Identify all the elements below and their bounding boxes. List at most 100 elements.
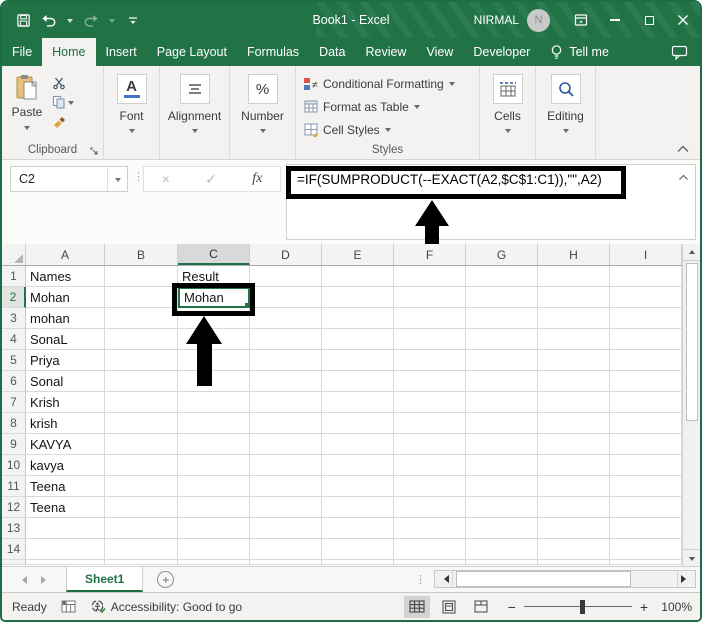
cell-col-d[interactable] bbox=[250, 371, 322, 392]
row-header[interactable]: 9 bbox=[2, 434, 26, 455]
cell-col-a[interactable]: Names bbox=[26, 266, 105, 287]
cells-group[interactable]: Cells bbox=[480, 66, 536, 159]
cell-col-e[interactable] bbox=[322, 287, 394, 308]
cell-col-i[interactable] bbox=[610, 455, 682, 476]
tab-page-layout[interactable]: Page Layout bbox=[147, 38, 237, 66]
scroll-right-button[interactable] bbox=[678, 571, 695, 587]
row-header[interactable]: 14 bbox=[2, 539, 26, 560]
cell-col-i[interactable] bbox=[610, 539, 682, 560]
cell-col-e[interactable] bbox=[322, 266, 394, 287]
cell-col-c[interactable] bbox=[178, 455, 250, 476]
cell-col-f[interactable] bbox=[394, 266, 466, 287]
tab-data[interactable]: Data bbox=[309, 38, 355, 66]
cell-col-f[interactable] bbox=[394, 308, 466, 329]
cell-col-i[interactable] bbox=[610, 413, 682, 434]
sheet-tab-sheet1[interactable]: Sheet1 bbox=[66, 567, 144, 592]
cell-col-c[interactable] bbox=[178, 518, 250, 539]
alignment-group[interactable]: Alignment bbox=[160, 66, 230, 159]
column-header-g[interactable]: G bbox=[466, 244, 538, 265]
cell-col-a[interactable]: Teena bbox=[26, 476, 105, 497]
cell-col-e[interactable] bbox=[322, 518, 394, 539]
row-header[interactable]: 8 bbox=[2, 413, 26, 434]
cell-col-d[interactable] bbox=[250, 413, 322, 434]
cell-col-f[interactable] bbox=[394, 413, 466, 434]
cell-col-g[interactable] bbox=[466, 518, 538, 539]
cell-col-d[interactable] bbox=[250, 308, 322, 329]
cell-col-a[interactable]: krish bbox=[26, 413, 105, 434]
cell-col-i[interactable] bbox=[610, 476, 682, 497]
tab-review[interactable]: Review bbox=[355, 38, 416, 66]
cell-col-a[interactable] bbox=[26, 539, 105, 560]
cell-styles-button[interactable]: Cell Styles bbox=[304, 118, 479, 141]
cell-col-c[interactable] bbox=[178, 476, 250, 497]
cut-button[interactable] bbox=[52, 76, 74, 90]
row-header[interactable]: 2 bbox=[2, 287, 26, 308]
tell-me-button[interactable]: Tell me bbox=[540, 38, 619, 66]
cell-col-f[interactable] bbox=[394, 497, 466, 518]
collapse-ribbon-button[interactable] bbox=[676, 145, 690, 153]
scroll-left-button[interactable] bbox=[435, 571, 452, 587]
scroll-up-button[interactable] bbox=[683, 244, 700, 261]
cell-col-d[interactable] bbox=[250, 476, 322, 497]
cell-col-e[interactable] bbox=[322, 434, 394, 455]
cell-col-b[interactable] bbox=[105, 266, 178, 287]
cell-col-h[interactable] bbox=[538, 392, 610, 413]
cell-col-g[interactable] bbox=[466, 455, 538, 476]
column-header-d[interactable]: D bbox=[250, 244, 322, 265]
cell-col-g[interactable] bbox=[466, 539, 538, 560]
name-box-dropdown[interactable] bbox=[107, 167, 127, 191]
cell-col-c[interactable] bbox=[178, 434, 250, 455]
cell-col-d[interactable] bbox=[250, 539, 322, 560]
cell-col-c[interactable] bbox=[178, 308, 250, 329]
cell-col-g[interactable] bbox=[466, 392, 538, 413]
new-sheet-button[interactable]: + bbox=[157, 571, 175, 588]
row-header[interactable]: 7 bbox=[2, 392, 26, 413]
page-layout-view-button[interactable] bbox=[436, 596, 462, 618]
cell-col-g[interactable] bbox=[466, 497, 538, 518]
conditional-formatting-button[interactable]: ≠ Conditional Formatting bbox=[304, 72, 479, 95]
cell-col-b[interactable] bbox=[105, 350, 178, 371]
cell-col-h[interactable] bbox=[538, 476, 610, 497]
previous-sheet-button[interactable] bbox=[18, 575, 27, 584]
cell-col-a[interactable]: KAVYA bbox=[26, 434, 105, 455]
close-button[interactable] bbox=[666, 5, 700, 35]
tab-home[interactable]: Home bbox=[42, 38, 96, 66]
cell-col-c[interactable] bbox=[178, 392, 250, 413]
row-header[interactable]: 6 bbox=[2, 371, 26, 392]
cell-col-g[interactable] bbox=[466, 413, 538, 434]
minimize-button[interactable] bbox=[598, 5, 632, 35]
cell-col-g[interactable] bbox=[466, 329, 538, 350]
cell-col-e[interactable] bbox=[322, 350, 394, 371]
row-header[interactable]: 13 bbox=[2, 518, 26, 539]
cell-col-i[interactable] bbox=[610, 350, 682, 371]
cell-col-c[interactable]: Result bbox=[178, 266, 250, 287]
cell-col-b[interactable] bbox=[105, 539, 178, 560]
cell-col-b[interactable] bbox=[105, 413, 178, 434]
cell-col-i[interactable] bbox=[610, 329, 682, 350]
tab-formulas[interactable]: Formulas bbox=[237, 38, 309, 66]
row-header[interactable]: 10 bbox=[2, 455, 26, 476]
page-break-preview-button[interactable] bbox=[468, 596, 494, 618]
cell-col-h[interactable] bbox=[538, 287, 610, 308]
collapse-formula-bar-button[interactable] bbox=[678, 174, 689, 181]
cell-col-e[interactable] bbox=[322, 392, 394, 413]
zoom-slider[interactable] bbox=[523, 599, 632, 614]
cell-col-g[interactable] bbox=[466, 266, 538, 287]
accessibility-status[interactable]: Accessibility: Good to go bbox=[90, 599, 242, 614]
column-header-c[interactable]: C bbox=[178, 244, 250, 265]
vertical-scrollbar[interactable] bbox=[682, 244, 700, 566]
cell-col-f[interactable] bbox=[394, 518, 466, 539]
macro-record-icon[interactable] bbox=[61, 600, 76, 613]
cell-col-b[interactable] bbox=[105, 518, 178, 539]
next-sheet-button[interactable] bbox=[41, 575, 50, 584]
cell-col-d[interactable] bbox=[250, 266, 322, 287]
cell-col-g[interactable] bbox=[466, 308, 538, 329]
cell-col-a[interactable]: Priya bbox=[26, 350, 105, 371]
cell-col-c[interactable] bbox=[178, 350, 250, 371]
cell-col-f[interactable] bbox=[394, 476, 466, 497]
cell-col-h[interactable] bbox=[538, 518, 610, 539]
cell-col-a[interactable]: SonaL bbox=[26, 329, 105, 350]
undo-dropdown[interactable] bbox=[64, 8, 76, 32]
column-header-h[interactable]: H bbox=[538, 244, 610, 265]
cell-col-h[interactable] bbox=[538, 266, 610, 287]
